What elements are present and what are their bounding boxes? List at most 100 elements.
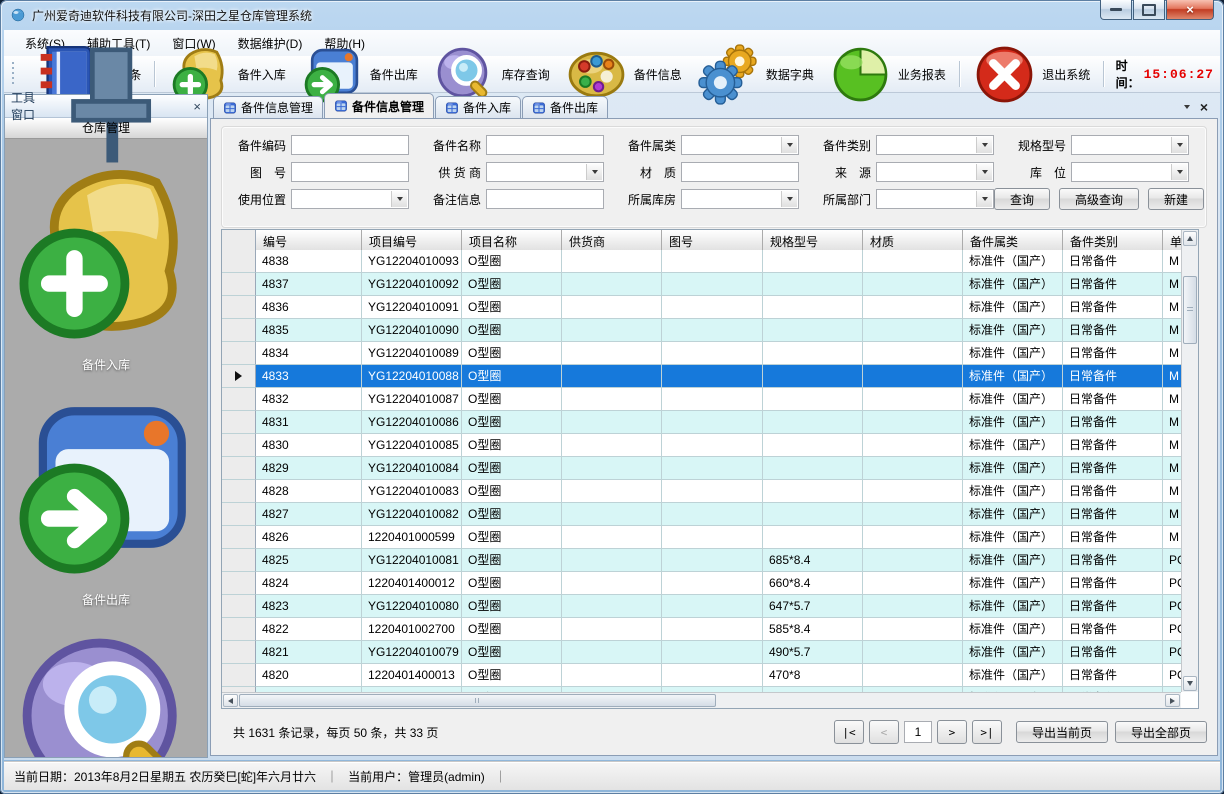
table-row[interactable]: 4829YG12204010084O型圈标准件（国产）日常备件M [222, 457, 1181, 480]
row-selector[interactable] [222, 434, 256, 457]
first-page-button[interactable]: |< [834, 720, 864, 744]
tab-list-dropdown-button[interactable] [1184, 105, 1190, 109]
table-row[interactable]: 48201220401400013O型圈470*8标准件（国产）日常备件PC [222, 664, 1181, 687]
column-header-drawing_no[interactable]: 图号 [662, 230, 763, 250]
row-selector[interactable] [222, 664, 256, 687]
minimize-button[interactable] [1100, 0, 1132, 20]
column-header-supplier[interactable]: 供货商 [562, 230, 662, 250]
maximize-button[interactable] [1133, 0, 1165, 20]
spare-name-input[interactable] [486, 135, 604, 155]
row-selector[interactable] [222, 595, 256, 618]
spare-code-input[interactable] [291, 135, 409, 155]
source-select[interactable] [876, 162, 994, 182]
spec-model-select[interactable] [1071, 135, 1189, 155]
column-header-material[interactable]: 材质 [863, 230, 963, 250]
table-row[interactable]: 4827YG12204010082O型圈标准件（国产）日常备件M [222, 503, 1181, 526]
column-header-id[interactable]: 编号 [256, 230, 362, 250]
table-row[interactable]: 4831YG12204010086O型圈标准件（国产）日常备件M [222, 411, 1181, 434]
spare-attribute-select[interactable] [681, 135, 799, 155]
column-header-category[interactable]: 备件属类 [963, 230, 1063, 250]
table-row[interactable]: 48241220401400012O型圈660*8.4标准件（国产）日常备件PC [222, 572, 1181, 595]
horizontal-scrollbar[interactable] [222, 692, 1181, 708]
table-row[interactable]: 4825YG12204010081O型圈685*8.4标准件（国产）日常备件PC [222, 549, 1181, 572]
sidebar-item-parts-inbound[interactable]: 备件入库 [5, 138, 207, 373]
department-select[interactable] [876, 189, 994, 209]
page-number-input[interactable] [904, 721, 932, 743]
scroll-up-button[interactable] [1183, 231, 1197, 246]
title-bar[interactable]: 广州爱奇迪软件科技有限公司-深田之星仓库管理系统 [0, 0, 1224, 30]
row-selector[interactable] [222, 273, 256, 296]
app-logo-icon [10, 7, 26, 23]
table-row[interactable]: 4835YG12204010090O型圈标准件（国产）日常备件M [222, 319, 1181, 342]
column-header-spec[interactable]: 规格型号 [763, 230, 863, 250]
row-selector[interactable] [222, 388, 256, 411]
table-row[interactable]: 4823YG12204010080O型圈647*5.7标准件（国产）日常备件PC [222, 595, 1181, 618]
column-header-project_name[interactable]: 项目名称 [462, 230, 562, 250]
toolbar-grip-handle[interactable] [12, 62, 14, 86]
usage-position-select[interactable] [291, 189, 409, 209]
row-selector[interactable] [222, 296, 256, 319]
horizontal-scroll-thumb[interactable] [239, 694, 716, 707]
table-row[interactable]: 48261220401000599O型圈标准件（国产）日常备件M [222, 526, 1181, 549]
prev-page-button[interactable]: < [869, 720, 899, 744]
scroll-left-button[interactable] [223, 694, 238, 707]
table-row[interactable]: 4836YG12204010091O型圈标准件（国产）日常备件M [222, 296, 1181, 319]
table-row[interactable]: 4830YG12204010085O型圈标准件（国产）日常备件M [222, 434, 1181, 457]
row-selector[interactable] [222, 549, 256, 572]
sidebar-item-parts-outbound[interactable]: 备件出库 [5, 373, 207, 608]
export-all-pages-button[interactable]: 导出全部页 [1115, 721, 1207, 743]
tab-parts-outbound[interactable]: 备件出库 [522, 96, 608, 118]
table-row[interactable]: 4834YG12204010089O型圈标准件（国产）日常备件M [222, 342, 1181, 365]
sidebar-item-inventory-query[interactable]: 库存查询 [5, 608, 207, 757]
row-selector[interactable] [222, 250, 256, 273]
row-selector[interactable] [222, 641, 256, 664]
row-selector[interactable] [222, 342, 256, 365]
scroll-down-button[interactable] [1183, 676, 1197, 691]
tab-close-button[interactable]: × [1200, 102, 1208, 112]
scroll-right-button[interactable] [1165, 694, 1180, 707]
column-header-type[interactable]: 备件类别 [1063, 230, 1163, 250]
table-row[interactable]: 4838YG12204010093O型圈标准件（国产）日常备件M [222, 250, 1181, 273]
drawing-no-input[interactable] [291, 162, 409, 182]
next-page-button[interactable]: > [937, 720, 967, 744]
tab-parts-info-management-2[interactable]: 备件信息管理 [324, 93, 434, 118]
material-input[interactable] [681, 162, 799, 182]
row-selector[interactable] [222, 480, 256, 503]
column-header-selector[interactable] [222, 230, 256, 250]
tab-parts-inbound[interactable]: 备件入库 [435, 96, 521, 118]
export-current-page-button[interactable]: 导出当前页 [1016, 721, 1108, 743]
cell-supplier [562, 503, 662, 526]
table-row[interactable]: 4832YG12204010087O型圈标准件（国产）日常备件M [222, 388, 1181, 411]
close-button[interactable]: × [1166, 0, 1214, 20]
row-selector[interactable] [222, 526, 256, 549]
row-selector[interactable] [222, 319, 256, 342]
vertical-scroll-thumb[interactable] [1183, 276, 1197, 344]
search-form: 备件编码 备件名称 备件属类 备件类别 规格型号 图 号 供 货 商 材 质 来… [221, 126, 1207, 228]
vertical-scrollbar[interactable] [1181, 230, 1198, 692]
table-row[interactable]: 4833YG12204010088O型圈标准件（国产）日常备件M [222, 365, 1181, 388]
close-icon[interactable]: × [193, 101, 201, 112]
row-selector[interactable] [222, 503, 256, 526]
advanced-query-button[interactable]: 高级查询 [1059, 188, 1139, 210]
warehouse-select[interactable] [681, 189, 799, 209]
row-selector[interactable] [222, 457, 256, 480]
row-selector[interactable] [222, 618, 256, 641]
location-select[interactable] [1071, 162, 1189, 182]
supplier-select[interactable] [486, 162, 604, 182]
last-page-button[interactable]: >| [972, 720, 1002, 744]
query-button[interactable]: 查询 [994, 188, 1050, 210]
table-row[interactable]: 48221220401002700O型圈585*8.4标准件（国产）日常备件PC [222, 618, 1181, 641]
cell-drawing_no [662, 411, 763, 434]
new-button[interactable]: 新建 [1148, 188, 1204, 210]
table-row[interactable]: 4828YG12204010083O型圈标准件（国产）日常备件M [222, 480, 1181, 503]
row-selector[interactable] [222, 572, 256, 595]
spare-category-select[interactable] [876, 135, 994, 155]
row-selector[interactable] [222, 365, 256, 388]
column-header-unit[interactable]: 单位 [1163, 230, 1181, 250]
row-selector[interactable] [222, 411, 256, 434]
table-row[interactable]: 4837YG12204010092O型圈标准件（国产）日常备件M [222, 273, 1181, 296]
table-row[interactable]: 4821YG12204010079O型圈490*5.7标准件（国产）日常备件PC [222, 641, 1181, 664]
tab-parts-info-management-1[interactable]: 备件信息管理 [213, 96, 323, 118]
column-header-project_no[interactable]: 项目编号 [362, 230, 462, 250]
remark-input[interactable] [486, 189, 604, 209]
